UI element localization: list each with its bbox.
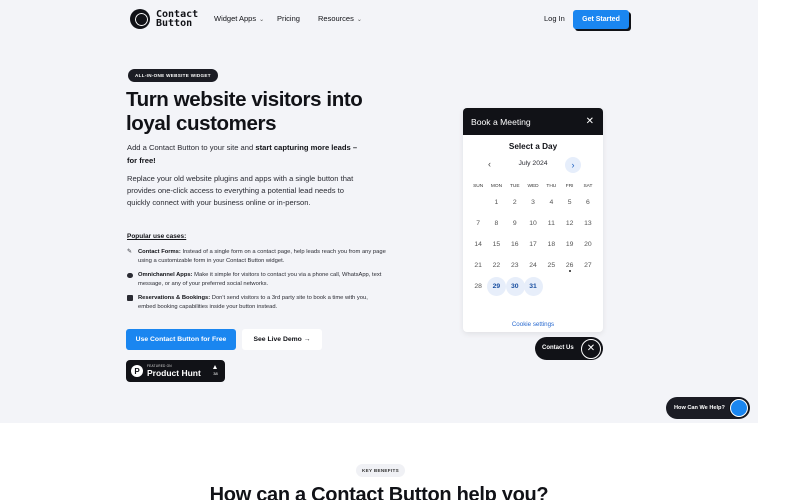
calendar-day: 22 [492,262,501,269]
use-case-title: Reservations & Bookings: [138,294,211,301]
sub-text: Add a Contact Button to your site and [127,143,256,152]
close-icon[interactable]: ✕ [586,116,594,127]
use-for-free-button[interactable]: Use Contact Button for Free [126,329,236,350]
calendar-day-available[interactable]: 30 [505,276,525,297]
month-navigation: ‹ July 2024 › [463,156,603,174]
hero-description: Replace your old website plugins and app… [127,174,354,207]
calendar-day: 27 [584,262,592,269]
get-started-button[interactable]: Get Started [573,10,629,29]
weekday-label: WED [527,184,539,189]
logo-text: Contact Button [156,10,198,29]
chevron-down-icon: ⌄ [259,17,265,23]
calendar-day-available[interactable]: 29 [487,276,507,297]
calendar-icon [127,295,133,302]
weekday-label: SAT [583,184,593,189]
weekday-label: SUN [473,184,484,189]
nav-resources[interactable]: Resources ⌄ [318,14,362,23]
calendar-day: 8 [494,220,499,227]
logo-icon [130,9,150,29]
nav-pricing[interactable]: Pricing [277,14,300,23]
calendar-day-available[interactable]: 31 [523,276,544,297]
calendar-day: 2 [512,199,517,206]
month-label: July 2024 [518,160,548,167]
calendar-day: 10 [529,220,537,227]
next-month-button[interactable]: › [565,157,581,173]
logo[interactable]: Contact Button [130,9,198,29]
calendar-day: 18 [547,241,556,248]
benefits-title: How can a Contact Button help you? [209,484,549,500]
calendar-day: 25 [547,262,556,269]
calendar-day: 12 [565,220,574,227]
weekday-label: MON [490,184,503,189]
calendar-day: 11 [547,220,555,227]
calendar-day: 6 [586,199,590,206]
calendar-day: 21 [474,262,482,269]
use-case-title: Contact Forms: [138,249,181,255]
calendar-day: 26 [560,255,578,276]
weekday-label: THU [546,184,557,189]
calendar-day: 19 [565,241,574,248]
use-case-item: ✎ Contact Forms: Instead of a single for… [127,248,387,267]
nav-label: Pricing [277,14,300,23]
edit-icon: ✎ [127,249,133,255]
upvote-arrow-icon [213,365,217,369]
ph-name: Product Hunt [147,368,201,378]
booking-header: Book a Meeting ✕ [463,108,603,135]
select-day-heading: Select a Day [508,142,558,151]
help-label: How Can We Help? [674,404,725,411]
contact-us-label: Contact Us [542,344,574,351]
use-case-title: Omnichannel Apps: [138,271,193,278]
close-icon[interactable]: ✕ [581,338,601,359]
use-cases-title: Popular use cases: [127,233,187,240]
cookie-settings-link[interactable]: Cookie settings [463,321,603,328]
hero-headline: Turn website visitors into loyal custome… [126,88,363,135]
booking-title: Book a Meeting [471,116,531,127]
use-case-item: Omnichannel Apps: Make it simple for vis… [127,271,387,290]
login-link[interactable]: Log In [544,14,565,23]
calendar-day: 24 [529,262,537,269]
calendar-day: 13 [584,220,592,227]
calendar-day: 1 [494,199,499,206]
calendar-day: 16 [510,241,519,248]
calendar-day: 4 [549,199,554,206]
product-hunt-icon: P [131,365,143,377]
hero-badge: ALL-IN-ONE WEBSITE WIDGET [128,69,218,82]
page: Contact Button Widget Apps ⌄ Pricing Reso… [0,0,758,500]
calendar-day: 17 [529,241,537,248]
help-widget[interactable]: How Can We Help? [666,397,750,419]
empty-day [469,192,487,213]
calendar-day: 23 [510,262,519,269]
hero-subheadline: Add a Contact Button to your site and st… [127,142,367,167]
use-case-item: Reservations & Bookings: Don't send visi… [127,294,387,313]
help-button-icon[interactable] [730,399,748,417]
product-hunt-badge[interactable]: P FEATURED ON Product Hunt 38 [126,360,225,382]
contact-us-widget[interactable]: Contact Us ✕ [535,337,603,360]
calendar-day: 14 [474,241,482,248]
chat-icon [127,272,133,278]
use-cases-list: ✎ Contact Forms: Instead of a single for… [127,248,387,316]
chevron-down-icon: ⌄ [356,17,362,23]
nav-widget-apps[interactable]: Widget Apps ⌄ [214,14,264,23]
hero-section [0,0,758,423]
key-benefits-badge: KEY BENEFITS [356,464,405,477]
calendar-day: 3 [531,199,535,206]
calendar-day: 15 [492,241,501,248]
calendar-day: 5 [567,199,572,206]
nav-label: Resources [318,14,354,23]
nav-label: Widget Apps [214,14,257,23]
weekday-label: TUE [509,184,520,189]
ph-upvote-count: 38 [213,371,218,376]
calendar-grid: SUN MON TUE WED THU FRI SAT 1 2 3 4 5 6 7 8 9 10 11 12 13 14… [469,182,597,297]
booking-widget: Book a Meeting ✕ Select a Day ‹ July 202… [463,108,603,332]
calendar-day: 20 [584,241,592,248]
weekday-label: FRI [565,184,574,189]
see-live-demo-button[interactable]: See Live Demo → [242,329,322,350]
calendar-day: 28 [474,283,482,290]
calendar-day: 7 [476,220,481,227]
calendar-day: 9 [512,220,517,227]
logo-line-2: Button [156,18,193,29]
